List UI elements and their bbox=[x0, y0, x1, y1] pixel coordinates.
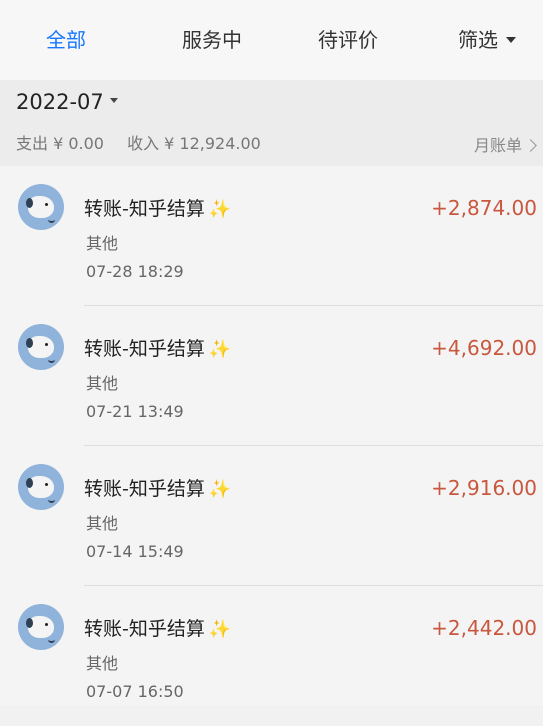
transaction-amount: +2,916.00 bbox=[431, 476, 537, 500]
transaction-row[interactable]: 转账-知乎结算 ✨ +2,874.00 其他 07-28 18:29 bbox=[0, 166, 543, 306]
transaction-amount: +4,692.00 bbox=[431, 336, 537, 360]
transaction-category: 其他 bbox=[86, 374, 119, 393]
expense-total: 支出 ¥ 0.00 bbox=[16, 134, 104, 153]
transaction-title-text: 转账-知乎结算 bbox=[84, 198, 205, 220]
tab-all[interactable]: 全部 bbox=[46, 24, 86, 53]
avatar-icon bbox=[18, 464, 64, 510]
totals: 支出 ¥ 0.00 收入 ¥ 12,924.00 bbox=[16, 130, 279, 154]
transaction-title: 转账-知乎结算 ✨ bbox=[84, 614, 231, 641]
transaction-title: 转账-知乎结算 ✨ bbox=[84, 334, 231, 361]
transaction-row[interactable]: 转账-知乎结算 ✨ +2,442.00 其他 07-07 16:50 bbox=[0, 586, 543, 726]
avatar-icon bbox=[18, 324, 64, 370]
transaction-category: 其他 bbox=[86, 654, 119, 673]
income-total: 收入 ¥ 12,924.00 bbox=[127, 134, 261, 153]
transaction-title: 转账-知乎结算 ✨ bbox=[84, 474, 231, 501]
tab-bar: 全部 服务中 待评价 筛选 bbox=[0, 0, 543, 80]
sparkle-icon: ✨ bbox=[208, 199, 232, 220]
month-selector[interactable]: 2022-07 bbox=[16, 90, 118, 114]
transaction-title: 转账-知乎结算 ✨ bbox=[84, 194, 231, 221]
avatar-icon bbox=[18, 184, 64, 230]
transaction-row[interactable]: 转账-知乎结算 ✨ +2,916.00 其他 07-14 15:49 bbox=[0, 446, 543, 586]
sparkle-icon: ✨ bbox=[208, 479, 232, 500]
caret-down-icon bbox=[506, 36, 516, 43]
transaction-row[interactable]: 转账-知乎结算 ✨ +4,692.00 其他 07-21 13:49 bbox=[0, 306, 543, 446]
transaction-title-text: 转账-知乎结算 bbox=[84, 478, 205, 500]
tab-to-review[interactable]: 待评价 bbox=[318, 24, 378, 53]
tab-in-service[interactable]: 服务中 bbox=[182, 24, 242, 53]
transaction-time: 07-28 18:29 bbox=[86, 262, 184, 281]
month-label: 2022-07 bbox=[16, 90, 104, 114]
monthly-bill-link[interactable]: 月账单 bbox=[473, 132, 537, 156]
transaction-amount: +2,874.00 bbox=[431, 196, 537, 220]
tab-filter-label: 筛选 bbox=[458, 28, 498, 52]
transaction-title-text: 转账-知乎结算 bbox=[84, 338, 205, 360]
caret-down-icon bbox=[109, 97, 118, 103]
tab-filter[interactable]: 筛选 bbox=[458, 24, 516, 53]
avatar-icon bbox=[18, 604, 64, 650]
transaction-category: 其他 bbox=[86, 234, 119, 253]
month-summary: 2022-07 支出 ¥ 0.00 收入 ¥ 12,924.00 月账单 bbox=[0, 80, 543, 166]
sparkle-icon: ✨ bbox=[208, 619, 232, 640]
sparkle-icon: ✨ bbox=[208, 339, 232, 360]
transaction-category: 其他 bbox=[86, 514, 119, 533]
transaction-title-text: 转账-知乎结算 bbox=[84, 618, 205, 640]
transaction-time: 07-07 16:50 bbox=[86, 682, 184, 701]
transaction-time: 07-14 15:49 bbox=[86, 542, 184, 561]
transaction-time: 07-21 13:49 bbox=[86, 402, 184, 421]
chevron-right-icon bbox=[524, 139, 537, 152]
monthly-bill-label: 月账单 bbox=[473, 136, 522, 155]
transaction-list: 转账-知乎结算 ✨ +2,874.00 其他 07-28 18:29 转账-知乎结… bbox=[0, 166, 543, 705]
transaction-amount: +2,442.00 bbox=[431, 616, 537, 640]
